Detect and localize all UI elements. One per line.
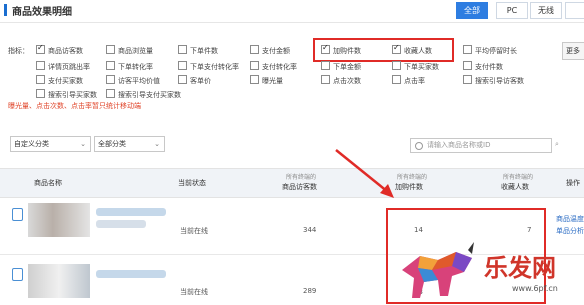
- metric-label: 商品浏览量: [118, 47, 153, 55]
- checkbox-order-pay-conv[interactable]: [178, 61, 187, 70]
- device-icon: [12, 208, 23, 221]
- metric-label: 支付件数: [475, 63, 503, 71]
- col-fav[interactable]: 收藏人数: [501, 182, 529, 192]
- checkbox-search-buyers[interactable]: [36, 89, 45, 98]
- metric-label: 详情页跳出率: [48, 63, 90, 71]
- metric-label: 客单价: [190, 77, 211, 85]
- metric-label: 搜索引导买家数: [48, 91, 97, 99]
- search-placeholder: 请输入商品名称或ID: [427, 141, 491, 149]
- metric-label: 曝光量: [262, 77, 283, 85]
- metric-label: 下单件数: [190, 47, 218, 55]
- checkbox-bounce-rate[interactable]: [36, 61, 45, 70]
- checkbox-order-conv[interactable]: [106, 61, 115, 70]
- tab-pc[interactable]: PC: [496, 2, 528, 19]
- product-subtitle-blurred: [96, 220, 146, 228]
- checkbox-exposure[interactable]: [250, 75, 259, 84]
- col-product-name: 商品名称: [34, 179, 62, 187]
- metrics-hint: 曝光量、点击次数、点击率暂只统计移动端: [8, 102, 141, 110]
- product-temperature-link[interactable]: 商品温度: [556, 214, 584, 224]
- checkbox-unit-price[interactable]: [178, 75, 187, 84]
- checkbox-pay-conv[interactable]: [250, 61, 259, 70]
- chevron-down-icon: ⌄: [80, 140, 86, 148]
- watermark-url: www.6pf.cn: [512, 284, 558, 293]
- metric-label: 平均停留时长: [475, 47, 517, 55]
- col-visitors[interactable]: 商品访客数: [282, 182, 317, 192]
- checkbox-visitor-value[interactable]: [106, 75, 115, 84]
- highlight-box-metrics: [313, 38, 454, 62]
- metric-label: 点击次数: [333, 77, 361, 85]
- search-input[interactable]: 请输入商品名称或ID: [410, 138, 552, 153]
- row-visitors: 344: [303, 226, 317, 234]
- all-category-select-value: 全部分类: [98, 140, 126, 148]
- checkbox-order-items[interactable]: [178, 45, 187, 54]
- device-icon: [12, 268, 23, 281]
- checkbox-search-visitors[interactable]: [463, 75, 472, 84]
- checkbox-pageviews[interactable]: [106, 45, 115, 54]
- more-button[interactable]: 更多: [562, 42, 584, 60]
- title-accent-bar: [4, 4, 7, 16]
- all-category-select[interactable]: 全部分类 ⌄: [94, 136, 165, 152]
- section-title: 商品效果明细: [12, 7, 72, 18]
- checkbox-ctr[interactable]: [392, 75, 401, 84]
- metric-label: 商品访客数: [48, 47, 83, 55]
- checkbox-order-amount[interactable]: [321, 61, 330, 70]
- metric-label: 搜索引导支付买家数: [118, 91, 181, 99]
- checkbox-order-buyers[interactable]: [392, 61, 401, 70]
- product-thumbnail[interactable]: [28, 203, 90, 237]
- checkbox-pay-amount[interactable]: [250, 45, 259, 54]
- row-visitors: 289: [303, 287, 317, 295]
- tab-all[interactable]: 全部: [456, 2, 488, 19]
- category-select[interactable]: 自定义分类 ⌄: [10, 136, 91, 152]
- checkbox-visitors[interactable]: [36, 43, 45, 54]
- metric-label: 下单买家数: [404, 63, 439, 71]
- product-analysis-link[interactable]: 单品分析: [556, 226, 584, 236]
- metric-label: 访客平均价值: [118, 77, 160, 85]
- metric-label: 下单金额: [333, 63, 361, 71]
- metric-label: 下单转化率: [118, 63, 153, 71]
- checkbox-avg-stay[interactable]: [463, 45, 472, 54]
- col-visitors-sub: 所有终端的: [286, 174, 317, 181]
- metrics-label: 指标：: [8, 47, 29, 55]
- col-cart-sub: 所有终端的: [397, 174, 428, 181]
- metric-label: 点击率: [404, 77, 425, 85]
- metric-label: 搜索引导访客数: [475, 77, 524, 85]
- product-thumbnail[interactable]: [28, 264, 90, 298]
- col-operation: 操作: [566, 179, 580, 187]
- metric-label: 下单支付转化率: [190, 63, 239, 71]
- product-title-blurred[interactable]: [96, 208, 166, 216]
- checkbox-pay-items[interactable]: [463, 61, 472, 70]
- col-status: 当前状态: [178, 179, 206, 187]
- red-arrow-icon: [335, 149, 394, 198]
- tab-overflow[interactable]: [565, 2, 584, 19]
- row-status: 当前在线: [180, 288, 208, 296]
- metric-label: 支付金额: [262, 47, 290, 55]
- col-fav-sub: 所有终端的: [503, 174, 534, 181]
- row-status: 当前在线: [180, 227, 208, 235]
- checkbox-search-pay-buyers[interactable]: [106, 89, 115, 98]
- checkbox-clicks[interactable]: [321, 75, 330, 84]
- category-select-value: 自定义分类: [14, 140, 49, 148]
- bull-logo-icon: [402, 242, 474, 298]
- chevron-down-icon: ⌄: [154, 140, 160, 148]
- help-icon: ⌕: [555, 140, 559, 148]
- product-title-blurred[interactable]: [96, 270, 166, 278]
- checkbox-pay-buyers[interactable]: [36, 75, 45, 84]
- metric-label: 支付转化率: [262, 63, 297, 71]
- metric-label: 支付买家数: [48, 77, 83, 85]
- watermark-text: 乐发网: [484, 253, 556, 282]
- tab-wireless[interactable]: 无线: [530, 2, 562, 19]
- search-icon: [415, 142, 423, 150]
